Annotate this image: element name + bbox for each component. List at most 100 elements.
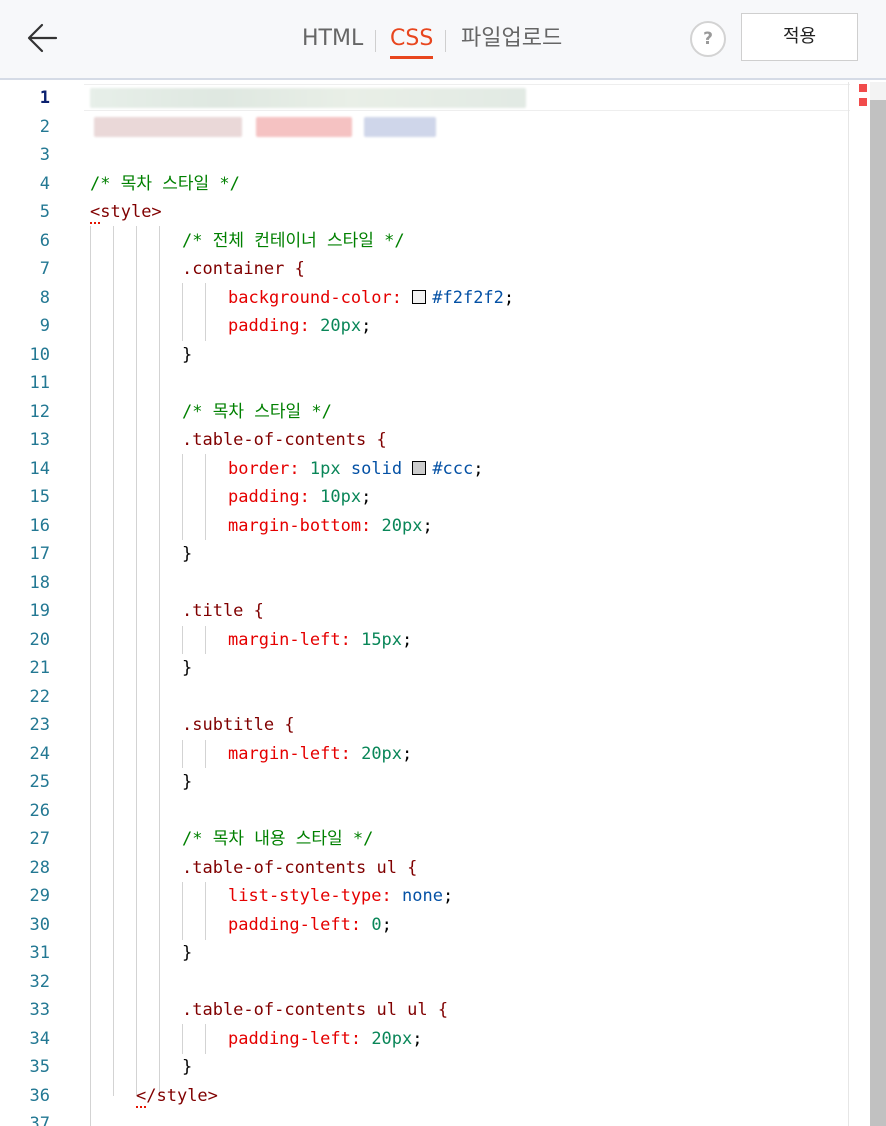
css-value: 20px xyxy=(320,316,362,336)
lint-warning: < xyxy=(136,1085,147,1108)
tab-divider xyxy=(375,30,376,52)
line-number: 23 xyxy=(29,715,50,735)
tab-file-upload[interactable]: 파일업로드 xyxy=(461,24,562,54)
error-marker[interactable] xyxy=(859,98,867,106)
css-property: padding: xyxy=(228,487,310,507)
color-swatch[interactable] xyxy=(412,460,427,475)
line-number: 2 xyxy=(39,116,50,137)
line-number: 27 xyxy=(29,829,50,849)
indent-guide xyxy=(159,226,160,1096)
line-number: 19 xyxy=(29,601,50,621)
code-selector: .table-of-contents ul ul { xyxy=(182,1000,449,1020)
css-property: padding-left: xyxy=(228,1028,362,1049)
code-brace: } xyxy=(182,658,193,678)
line-number: 17 xyxy=(29,544,50,564)
tab-divider xyxy=(445,30,446,52)
css-property: margin-left: xyxy=(228,743,351,764)
css-property: margin-bottom: xyxy=(228,515,372,536)
code-declaration: border: 1px solid #ccc; xyxy=(228,458,484,479)
css-property: background-color: xyxy=(228,287,402,308)
line-number-gutter: 1 2 3 4 5 6 7 8 9 10 11 12 13 14 15 16 1… xyxy=(0,82,70,1126)
code-declaration: background-color: #f2f2f2; xyxy=(228,287,515,308)
code-brace: } xyxy=(182,943,193,963)
code-editor[interactable]: 1 2 3 4 5 6 7 8 9 10 11 12 13 14 15 16 1… xyxy=(0,82,886,1126)
css-value: 0 xyxy=(371,914,382,935)
line-number: 12 xyxy=(29,401,50,422)
line-number: 15 xyxy=(29,487,50,507)
overview-ruler-divider xyxy=(848,82,849,1126)
line-number: 31 xyxy=(29,943,50,963)
line-number: 5 xyxy=(39,202,50,222)
indent-guide xyxy=(205,454,206,540)
line-number: 25 xyxy=(29,772,50,792)
blurred-text xyxy=(94,117,242,137)
code-declaration: margin-left: 15px; xyxy=(228,629,413,650)
help-button[interactable]: ? xyxy=(690,21,726,57)
code-area[interactable]: /* 목차 스타일 */ < style> /* 전체 컨테이너 스타일 */ .… xyxy=(90,82,848,1126)
blurred-text xyxy=(256,117,352,137)
code-selector: .subtitle { xyxy=(182,715,295,735)
indent-guide xyxy=(136,226,137,1096)
line-number: 3 xyxy=(39,145,50,165)
tab-html[interactable]: HTML xyxy=(302,24,363,54)
css-value: #f2f2f2 xyxy=(432,287,504,308)
line-number: 7 xyxy=(39,259,50,279)
css-value: solid xyxy=(350,458,403,479)
code-selector: .table-of-contents ul { xyxy=(182,857,418,878)
css-property: margin-left: xyxy=(228,629,351,650)
error-marker[interactable] xyxy=(859,84,867,92)
line-number: 29 xyxy=(29,886,50,906)
line-number: 10 xyxy=(29,344,50,365)
line-number: 21 xyxy=(29,658,50,678)
code-style-close-tag: </style> xyxy=(136,1085,218,1108)
code-declaration: margin-bottom: 20px; xyxy=(228,515,433,536)
line-number: 30 xyxy=(29,914,50,935)
line-number: 36 xyxy=(29,1085,50,1106)
line-number: 9 xyxy=(39,316,50,336)
code-declaration: margin-left: 20px; xyxy=(228,743,413,764)
indent-guide xyxy=(205,740,206,768)
css-property: padding-left: xyxy=(228,914,362,935)
indent-guide xyxy=(205,626,206,654)
code-comment: /* 목차 스타일 */ xyxy=(182,401,332,422)
line-number: 28 xyxy=(29,857,50,878)
code-declaration: list-style-type: none; xyxy=(228,886,454,906)
code-selector: .container { xyxy=(182,259,305,279)
code-selector: .title { xyxy=(182,601,264,621)
line-number: 18 xyxy=(29,572,50,593)
tab-css[interactable]: CSS xyxy=(390,24,434,59)
code-declaration: padding: 10px; xyxy=(228,487,372,507)
code-comment: /* 전체 컨테이너 스타일 */ xyxy=(182,230,405,251)
indent-guide xyxy=(182,740,183,768)
css-value: 20px xyxy=(361,743,403,764)
code-declaration: padding-left: 0; xyxy=(228,914,392,935)
css-property: padding: xyxy=(228,316,310,336)
css-value: 1px xyxy=(309,458,341,479)
code-declaration: padding-left: 20px; xyxy=(228,1028,423,1049)
line-number: 35 xyxy=(29,1057,50,1077)
css-value: 15px xyxy=(361,629,403,650)
line-number: 4 xyxy=(39,173,50,194)
line-number: 32 xyxy=(29,971,50,992)
indent-guide xyxy=(205,283,206,341)
css-value: #ccc xyxy=(432,458,474,479)
code-comment: /* 목차 스타일 */ xyxy=(90,173,240,194)
blurred-text xyxy=(364,117,436,137)
indent-guide xyxy=(90,226,91,1126)
line-number: 33 xyxy=(29,1000,50,1020)
color-swatch[interactable] xyxy=(412,289,427,304)
line-number: 13 xyxy=(29,430,50,450)
vertical-scrollbar-thumb[interactable] xyxy=(870,100,886,1126)
blurred-text xyxy=(90,88,526,108)
code-comment: /* 목차 내용 스타일 */ xyxy=(182,829,374,849)
css-value: 20px xyxy=(371,1028,413,1049)
tag-name: style> xyxy=(100,202,162,222)
css-property: list-style-type: xyxy=(228,886,392,906)
code-selector: .table-of-contents { xyxy=(182,430,387,450)
code-brace: } xyxy=(182,344,193,365)
indent-guide xyxy=(182,882,183,940)
css-value: 20px xyxy=(381,515,423,536)
apply-button[interactable]: 적용 xyxy=(741,13,858,61)
css-property: border: xyxy=(228,458,300,479)
line-number: 6 xyxy=(39,230,50,251)
